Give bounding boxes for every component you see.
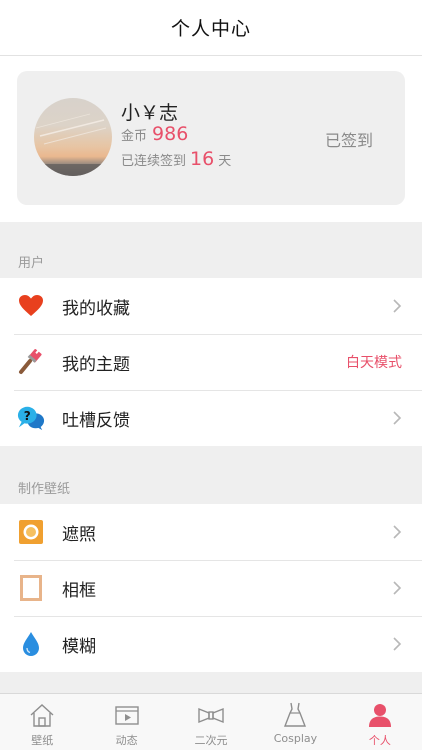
avatar[interactable]	[34, 98, 112, 176]
chevron-right-icon	[393, 581, 402, 595]
tab-anime[interactable]: 二次元	[169, 694, 253, 750]
tab-label: 壁纸	[31, 734, 54, 747]
streak-label: 已连续签到	[121, 154, 187, 169]
bow-icon	[198, 707, 224, 724]
tab-label: 动态	[115, 734, 138, 747]
checkin-streak-row: 已连续签到 16 天	[121, 148, 231, 170]
checkin-button[interactable]: 已签到	[325, 127, 373, 151]
list-item-label: 模糊	[62, 636, 96, 657]
coins-row: 金币 986	[121, 123, 188, 145]
dress-icon	[284, 702, 307, 727]
section-title-user: 用户	[18, 256, 45, 271]
list-item-feedback[interactable]: ? 吐槽反馈	[0, 390, 422, 446]
spacer	[0, 673, 422, 693]
droplet-icon	[17, 630, 45, 658]
tab-dynamic[interactable]: 动态	[84, 694, 168, 750]
list-item-frame[interactable]: 相框	[0, 560, 422, 616]
tab-label: 个人	[368, 734, 391, 747]
chevron-right-icon	[393, 411, 402, 425]
list-item-theme[interactable]: 我的主题 白天模式	[0, 334, 422, 390]
username: 小￥志	[121, 102, 179, 124]
chat-question-icon: ?	[17, 404, 45, 432]
list-item-blur[interactable]: 模糊	[0, 616, 422, 672]
section-title-wallpaper: 制作壁纸	[18, 482, 71, 497]
page-title: 个人中心	[170, 18, 251, 40]
chevron-right-icon	[393, 637, 402, 651]
tab-wallpaper[interactable]: 壁纸	[0, 694, 84, 750]
coins-value: 986	[152, 123, 189, 145]
tab-cosplay[interactable]: Cosplay	[253, 694, 337, 750]
video-icon	[114, 706, 139, 725]
profile-section: 小￥志 金币 986 已连续签到 16 天 已签到	[0, 56, 422, 222]
chevron-right-icon	[393, 525, 402, 539]
list-item-mask[interactable]: 遮照	[0, 504, 422, 560]
paintbrush-icon	[17, 348, 45, 376]
user-list: 我的收藏 我的主题 白天模式 ? 吐槽反馈	[0, 278, 422, 446]
list-item-label: 相框	[62, 580, 96, 601]
list-item-favorites[interactable]: 我的收藏	[0, 278, 422, 334]
list-item-label: 吐槽反馈	[62, 410, 130, 431]
tab-label: Cosplay	[273, 732, 318, 745]
home-icon	[30, 704, 54, 727]
nav-bar: 个人中心	[0, 0, 422, 56]
sunset-photo	[34, 113, 112, 176]
wallpaper-list: 遮照 相框 模糊	[0, 504, 422, 672]
mask-icon	[17, 518, 45, 546]
theme-mode-value[interactable]: 白天模式	[346, 352, 402, 372]
chevron-right-icon	[393, 299, 402, 313]
tab-profile[interactable]: 个人	[338, 694, 422, 750]
streak-unit: 天	[218, 154, 232, 169]
list-item-label: 我的主题	[62, 354, 130, 375]
section-header-user: 用户	[0, 222, 422, 278]
svg-text:?: ?	[24, 409, 31, 423]
heart-icon	[17, 292, 45, 320]
list-item-label: 我的收藏	[62, 298, 130, 319]
tab-label: 二次元	[194, 734, 228, 747]
frame-icon	[17, 574, 45, 602]
section-header-wallpaper: 制作壁纸	[0, 448, 422, 504]
person-icon	[368, 704, 391, 727]
list-item-label: 遮照	[62, 524, 96, 545]
coins-label: 金币	[121, 129, 148, 144]
tab-bar: 壁纸 动态 二次元 Cosplay 个人	[0, 693, 422, 750]
streak-value: 16	[190, 148, 215, 170]
profile-card[interactable]: 小￥志 金币 986 已连续签到 16 天 已签到	[17, 71, 405, 205]
